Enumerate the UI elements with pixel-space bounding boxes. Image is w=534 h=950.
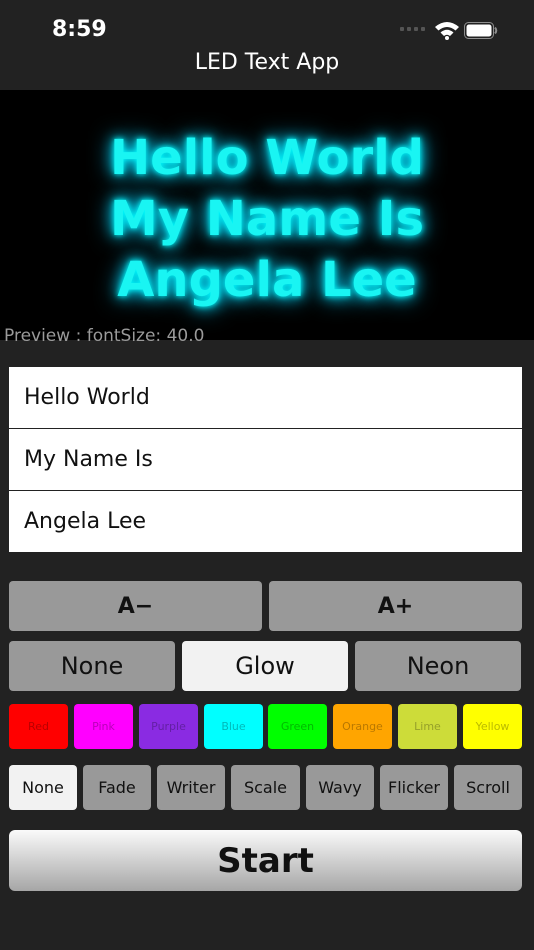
status-bar: 8:59 [0, 0, 534, 44]
text-inputs [9, 367, 522, 553]
style-none-button[interactable]: None [9, 641, 175, 691]
color-red-button[interactable]: Red [9, 704, 68, 749]
style-neon-button[interactable]: Neon [355, 641, 521, 691]
wifi-icon [435, 22, 459, 40]
color-yellow-button[interactable]: Yellow [463, 704, 522, 749]
text-line-1-input[interactable] [9, 367, 522, 428]
increase-font-button[interactable]: A+ [269, 581, 522, 631]
led-preview: Hello World My Name Is Angela Lee [0, 90, 534, 340]
color-green-button[interactable]: Green [268, 704, 327, 749]
color-purple-button[interactable]: Purple [139, 704, 198, 749]
battery-icon [464, 22, 498, 39]
preview-line-3: Angela Lee [117, 252, 417, 308]
preview-caption: Preview : fontSize: 40.0 [4, 326, 205, 346]
color-blue-button[interactable]: Blue [204, 704, 263, 749]
color-pink-button[interactable]: Pink [74, 704, 133, 749]
animation-wavy-button[interactable]: Wavy [306, 765, 374, 810]
animation-flicker-button[interactable]: Flicker [380, 765, 448, 810]
text-line-2-input[interactable] [9, 429, 522, 490]
preview-line-2: My Name Is [109, 191, 425, 247]
animation-none-button[interactable]: None [9, 765, 77, 810]
status-time: 8:59 [52, 17, 107, 42]
nav-title: LED Text App [194, 50, 340, 75]
color-orange-button[interactable]: Orange [333, 704, 392, 749]
decrease-font-button[interactable]: A− [9, 581, 262, 631]
color-lime-button[interactable]: Lime [398, 704, 457, 749]
preview-line-1: Hello World [109, 130, 424, 186]
animation-writer-button[interactable]: Writer [157, 765, 225, 810]
preview-text: Hello World My Name Is Angela Lee [0, 128, 534, 311]
cellular-signal-icon [400, 27, 425, 31]
style-glow-button[interactable]: Glow [182, 641, 348, 691]
animation-scale-button[interactable]: Scale [231, 765, 300, 810]
text-line-3-input[interactable] [9, 491, 522, 552]
animation-scroll-button[interactable]: Scroll [454, 765, 522, 810]
start-button[interactable]: Start [9, 830, 522, 891]
animation-fade-button[interactable]: Fade [83, 765, 151, 810]
